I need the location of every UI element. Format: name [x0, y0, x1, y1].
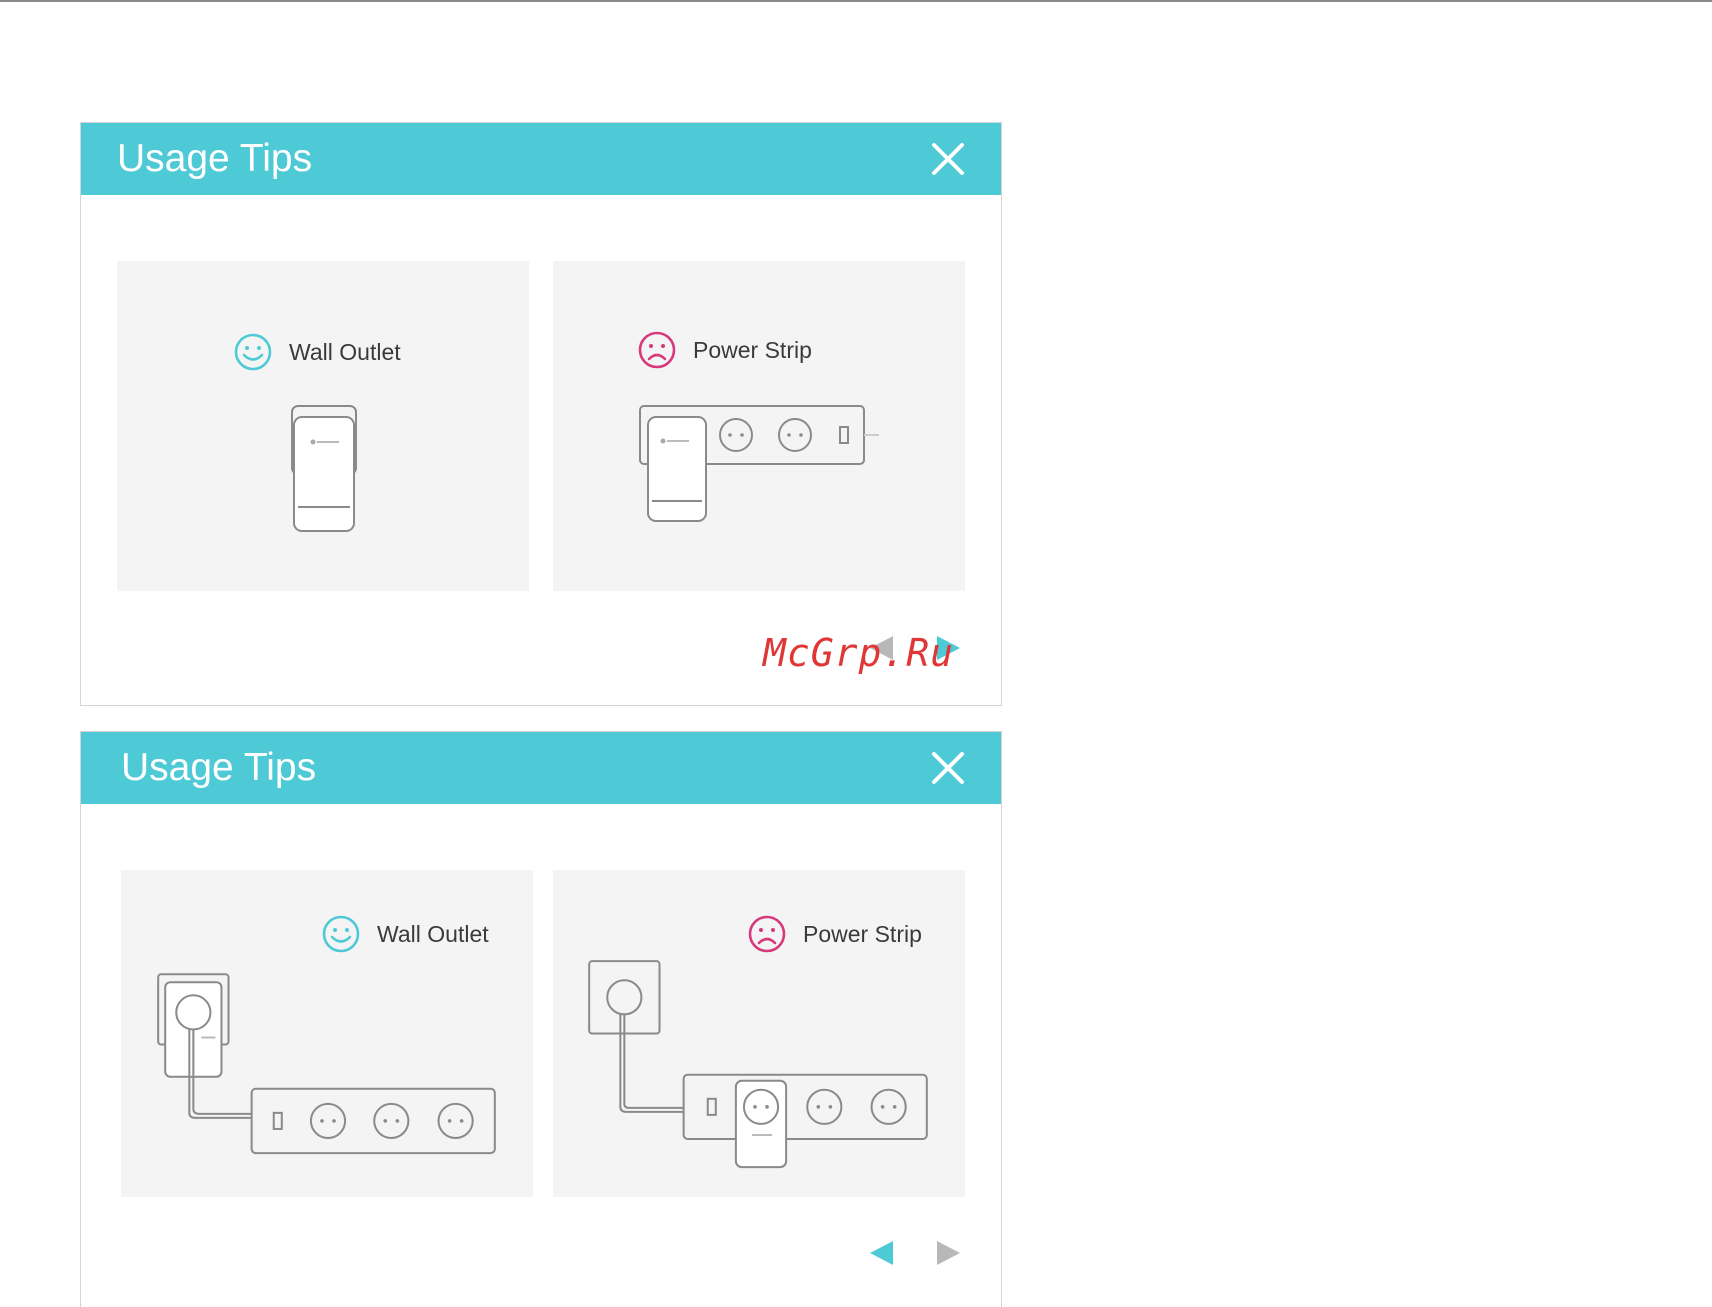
next-tip-button[interactable]	[935, 1238, 963, 1268]
dialog-header: Usage Tips	[81, 732, 1001, 804]
good-label-row: Wall Outlet	[321, 914, 489, 954]
usage-tips-dialog-1: Usage Tips Wall Outlet Power Strip McGrp…	[80, 122, 1002, 706]
power-strip-label: Power Strip	[693, 336, 812, 363]
close-button[interactable]	[929, 749, 967, 787]
smiley-happy-icon	[234, 333, 272, 371]
wall-outlet-panel: Wall Outlet	[117, 261, 529, 591]
smiley-sad-icon	[748, 915, 786, 953]
good-label-row: Wall Outlet	[233, 332, 401, 372]
triangle-right-icon	[937, 1241, 960, 1265]
bad-label-row: Power Strip	[637, 330, 812, 370]
page: Usage Tips Wall Outlet Power Strip McGrp…	[0, 0, 1712, 1307]
usage-tips-dialog-2: Usage Tips Wall Outlet Power Strip	[80, 731, 1002, 1307]
power-strip-panel: Power Strip	[553, 870, 965, 1197]
wall-outlet-label: Wall Outlet	[377, 920, 489, 947]
dialog-header: Usage Tips	[81, 123, 1001, 195]
smiley-happy-icon	[322, 915, 360, 953]
smiley-sad-icon	[638, 331, 676, 369]
close-icon	[932, 752, 964, 784]
wall-outlet-label: Wall Outlet	[289, 338, 401, 365]
prev-tip-button[interactable]	[867, 1238, 895, 1268]
adapter-in-wall-illustration	[291, 405, 357, 532]
wall-outlet-panel: Wall Outlet	[121, 870, 533, 1197]
dialog-title: Usage Tips	[121, 746, 317, 789]
close-button[interactable]	[929, 140, 967, 178]
triangle-left-icon	[870, 1241, 893, 1265]
close-icon	[932, 143, 964, 175]
adapter-in-power-strip-illustration	[639, 405, 879, 522]
top-rule	[0, 0, 1712, 2]
power-strip-panel: Power Strip	[553, 261, 965, 591]
watermark: McGrp.Ru	[763, 631, 955, 675]
power-strip-label: Power Strip	[803, 920, 922, 947]
bad-label-row: Power Strip	[747, 914, 922, 954]
dialog-title: Usage Tips	[117, 137, 313, 180]
